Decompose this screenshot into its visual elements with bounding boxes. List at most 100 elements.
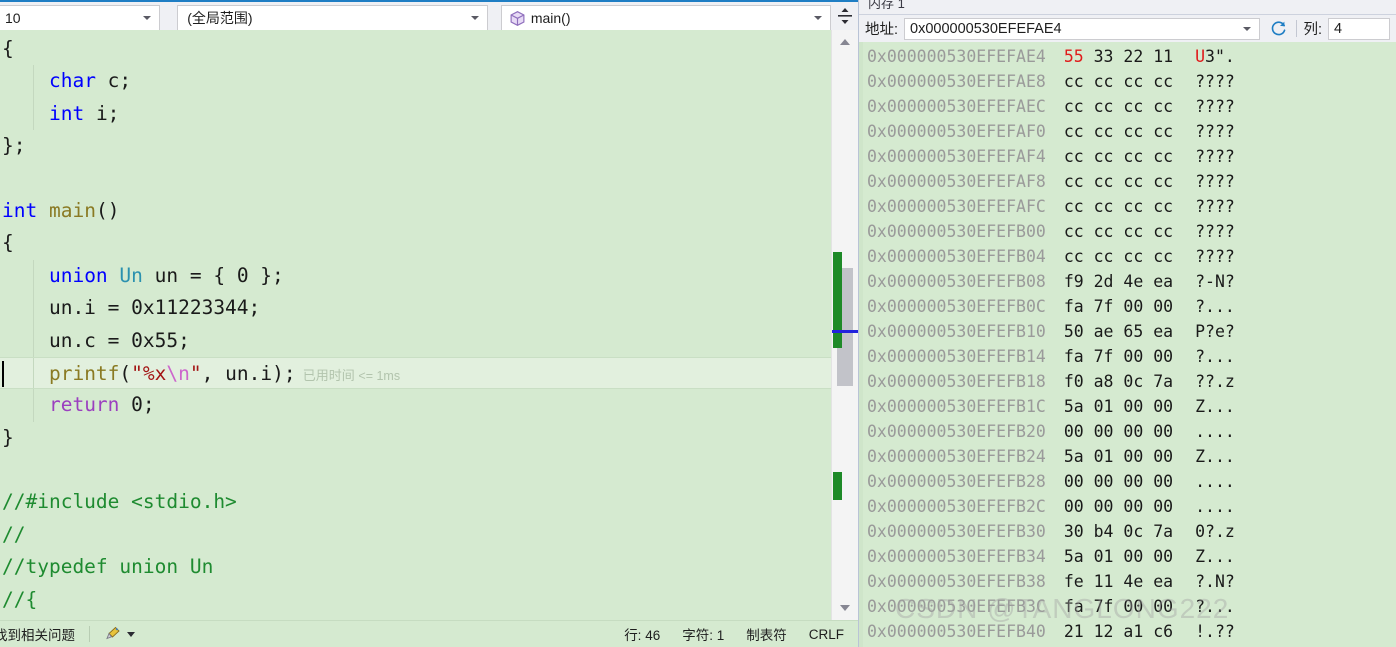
memory-address: 0x000000530EFEFB2C [867, 497, 1046, 516]
memory-row[interactable]: 0x000000530EFEFB34 5a 01 00 00 Z... [863, 544, 1396, 569]
code-line[interactable]: }; [0, 130, 831, 162]
memory-row[interactable]: 0x000000530EFEFB0C fa 7f 00 00?... [863, 294, 1396, 319]
scrollbar-caret-indicator [832, 330, 858, 333]
memory-address: 0x000000530EFEFB20 [867, 422, 1046, 441]
refresh-button[interactable] [1266, 18, 1290, 40]
memory-address: 0x000000530EFEFB34 [867, 547, 1046, 566]
project-selector-label: 10 [5, 10, 21, 26]
memory-ascii: ?-N? [1195, 272, 1235, 291]
memory-row[interactable]: 0x000000530EFEFAE4 55 33 22 11 U3". [863, 44, 1396, 69]
memory-row[interactable]: 0x000000530EFEFB28 00 00 00 00.... [863, 469, 1396, 494]
project-selector[interactable]: 10 [0, 5, 161, 31]
memory-row[interactable]: 0x000000530EFEFAF0 cc cc cc cc???? [863, 119, 1396, 144]
code-line[interactable]: un.c = 0x55; [0, 324, 831, 357]
memory-tab-title[interactable]: 内存 1 [868, 0, 905, 12]
problems-status[interactable]: 找到相关问题 [0, 624, 75, 644]
code-line-current[interactable]: printf("%x\n", un.i); 已用时间 <= 1ms [0, 356, 831, 390]
formatting-brush-button[interactable] [104, 625, 135, 643]
code-line[interactable] [0, 454, 831, 486]
memory-tab-strip[interactable]: 内存 1 [859, 0, 1396, 15]
memory-bytes: 5a 01 00 00 [1063, 397, 1174, 416]
memory-row[interactable]: 0x000000530EFEFB20 00 00 00 00.... [863, 419, 1396, 444]
memory-row[interactable]: 0x000000530EFEFB40 21 12 a1 c6!.?? [863, 619, 1396, 644]
memory-ascii: ???? [1195, 222, 1235, 241]
scroll-down-icon[interactable] [832, 598, 858, 618]
memory-dump-list[interactable]: 0x000000530EFEFAE4 55 33 22 11 U3". 0x00000… [859, 42, 1396, 647]
chevron-down-icon [813, 16, 822, 20]
code-token: printf [48, 361, 120, 385]
code-line[interactable]: int i; [0, 97, 831, 131]
memory-row[interactable]: 0x000000530EFEFAFC cc cc cc cc???? [863, 194, 1396, 219]
code-token: //#include <stdio.h> [2, 490, 237, 514]
member-selector[interactable]: main() [500, 5, 831, 31]
eol-indicator[interactable]: CRLF [809, 627, 844, 642]
code-line[interactable]: //#include <stdio.h> [0, 486, 831, 518]
memory-row[interactable]: 0x000000530EFEFB00 cc cc cc cc???? [863, 219, 1396, 244]
code-line[interactable]: { [0, 33, 831, 65]
memory-ascii: .... [1195, 497, 1235, 516]
memory-row[interactable]: 0x000000530EFEFB38 fe 11 4e ea ?.N? [863, 569, 1396, 594]
memory-ascii: Z... [1195, 397, 1235, 416]
memory-row[interactable]: 0x000000530EFEFB18 f0 a8 0c 7a ??.z [863, 369, 1396, 394]
code-token: , un.i); [201, 361, 296, 385]
method-cube-icon [509, 10, 526, 27]
code-token: int [48, 101, 85, 125]
editor-vertical-scrollbar[interactable] [831, 30, 858, 620]
brush-icon [106, 626, 120, 640]
memory-row[interactable]: 0x000000530EFEFAEC cc cc cc cc???? [863, 94, 1396, 119]
code-text[interactable]: { char c; int i;}; int main() { union Un u… [0, 30, 831, 620]
code-line[interactable]: // [0, 519, 831, 551]
memory-bytes: f9 2d 4e ea [1063, 272, 1174, 291]
memory-row[interactable]: 0x000000530EFEFAF4 cc cc cc cc???? [863, 144, 1396, 169]
memory-byte-changed: 55 [1063, 47, 1084, 66]
memory-row[interactable]: 0x000000530EFEFB2C 00 00 00 00.... [863, 494, 1396, 519]
memory-row[interactable]: 0x000000530EFEFB08 f9 2d 4e ea ?-N? [863, 269, 1396, 294]
scroll-up-icon[interactable] [832, 32, 858, 52]
memory-ascii: P?e? [1195, 322, 1235, 341]
address-input[interactable]: 0x000000530EFEFAE4 [904, 17, 1261, 40]
memory-row[interactable]: 0x000000530EFEFB1C 5a 01 00 00 Z... [863, 394, 1396, 419]
code-line[interactable]: //typedef union Un [0, 551, 831, 583]
memory-row[interactable]: 0x000000530EFEFB24 5a 01 00 00 Z... [863, 444, 1396, 469]
code-token: c; [95, 69, 132, 93]
scrollbar-change-marker [833, 472, 842, 500]
memory-address: 0x000000530EFEFB1C [867, 397, 1046, 416]
memory-ascii: ?... [1195, 597, 1235, 616]
memory-address: 0x000000530EFEFB3C [867, 597, 1046, 616]
memory-row[interactable]: 0x000000530EFEFB3C fa 7f 00 00?... [863, 594, 1396, 619]
split-view-icon[interactable] [833, 4, 858, 28]
code-line[interactable]: { [0, 227, 831, 259]
memory-ascii: ???? [1195, 122, 1235, 141]
memory-address: 0x000000530EFEFB14 [867, 347, 1046, 366]
memory-row[interactable]: 0x000000530EFEFAE8 cc cc cc cc???? [863, 69, 1396, 94]
scope-selector[interactable]: (全局范围) [177, 5, 488, 31]
memory-bytes: 50 ae 65 ea [1063, 322, 1174, 341]
indent-guide [33, 324, 34, 357]
memory-bytes: 21 12 a1 c6 [1063, 622, 1174, 641]
code-line[interactable]: //{ [0, 584, 831, 616]
scope-selector-label: (全局范围) [187, 10, 253, 26]
code-token: 0; [119, 393, 155, 417]
memory-ascii: ??.z [1195, 372, 1235, 391]
code-line[interactable]: } [0, 422, 831, 454]
code-token: int [2, 198, 38, 222]
columns-input[interactable]: 4 [1328, 17, 1390, 40]
code-line[interactable]: char c; [0, 65, 831, 98]
memory-row[interactable]: 0x000000530EFEFB04 cc cc cc cc???? [863, 244, 1396, 269]
memory-row[interactable]: 0x000000530EFEFB14 fa 7f 00 00?... [863, 344, 1396, 369]
memory-row[interactable]: 0x000000530EFEFB10 50 ae 65 ea P?e? [863, 319, 1396, 344]
code-line[interactable]: un.i = 0x11223344; [0, 292, 831, 325]
code-line[interactable]: int main() [0, 195, 831, 227]
text-caret [2, 360, 4, 387]
memory-row[interactable]: 0x000000530EFEFAF8 cc cc cc cc???? [863, 169, 1396, 194]
memory-row[interactable]: 0x000000530EFEFB30 30 b4 0c 7a 0?.z [863, 519, 1396, 544]
memory-address: 0x000000530EFEFB24 [867, 447, 1046, 466]
memory-bytes: cc cc cc cc [1063, 97, 1174, 116]
code-line[interactable] [0, 163, 831, 195]
chevron-down-icon[interactable] [1243, 26, 1252, 31]
memory-address: 0x000000530EFEFB04 [867, 247, 1046, 266]
code-line[interactable]: union Un un = { 0 }; [0, 259, 831, 293]
memory-bytes: 30 b4 0c 7a [1063, 522, 1174, 541]
code-line[interactable]: return 0; [0, 389, 831, 422]
